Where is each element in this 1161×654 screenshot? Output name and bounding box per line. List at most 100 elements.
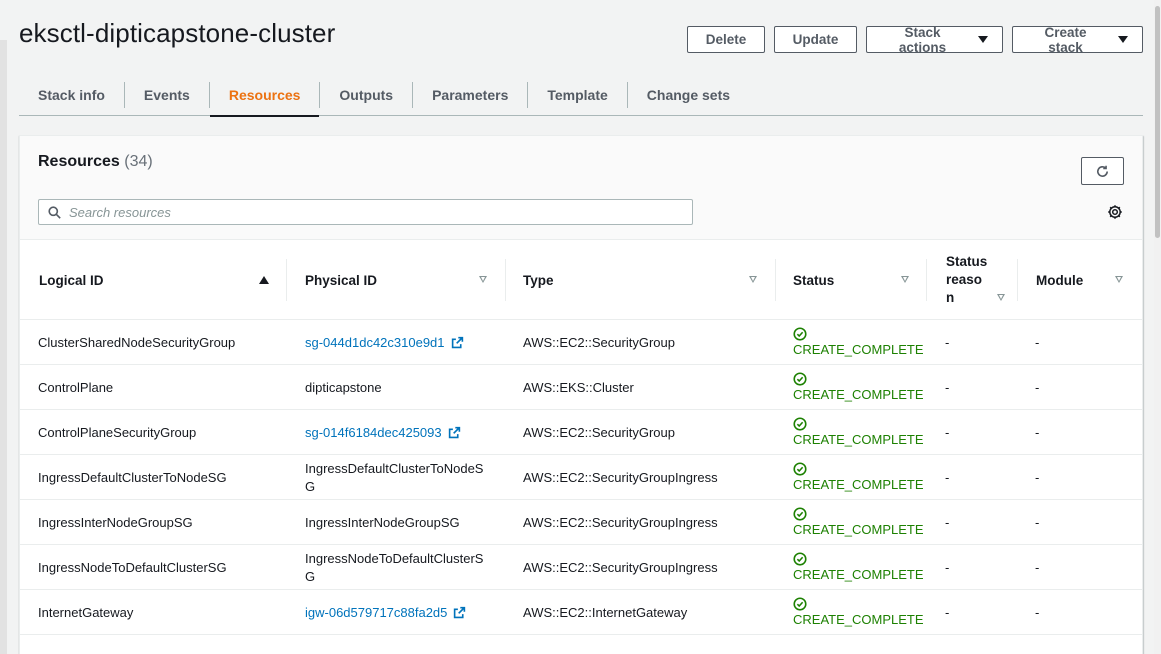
column-header-logical-id[interactable]: Logical ID — [20, 240, 287, 320]
sort-icon — [1115, 276, 1123, 283]
cell-module: - — [1035, 590, 1039, 635]
table-row: IngressDefaultClusterToNodeSG IngressDefa… — [20, 455, 1142, 500]
external-link-icon — [454, 606, 466, 619]
check-circle-icon — [793, 372, 807, 386]
tab-events[interactable]: Events — [125, 74, 209, 116]
status-reason-text: - — [945, 425, 950, 440]
column-label: Status reason — [946, 254, 988, 305]
module-text: - — [1035, 335, 1040, 350]
vertical-scrollbar[interactable] — [1154, 0, 1161, 654]
cell-status: CREATE_COMPLETE — [793, 455, 924, 500]
cell-type: AWS::EC2::SecurityGroupIngress — [523, 545, 718, 590]
sort-icon — [479, 276, 487, 283]
cell-logical-id: InternetGateway — [38, 590, 133, 635]
column-label: Logical ID — [39, 272, 104, 288]
cell-status-reason: - — [945, 455, 949, 500]
scrollbar-thumb[interactable] — [1155, 6, 1160, 238]
tab-resources[interactable]: Resources — [209, 74, 320, 117]
cell-physical-id: IngressInterNodeGroupSG — [305, 500, 485, 545]
cell-logical-id: ClusterSharedNodeSecurityGroup — [38, 320, 235, 365]
physical-id-link[interactable]: sg-044d1dc42c310e9d1 — [305, 335, 464, 350]
cell-type: AWS::EC2::SecurityGroupIngress — [523, 500, 718, 545]
logical-id-text: InternetGateway — [38, 605, 134, 620]
type-text: AWS::EC2::SecurityGroupIngress — [523, 470, 718, 485]
delete-button[interactable]: Delete — [687, 26, 765, 53]
external-link-icon — [451, 336, 463, 349]
stack-actions-label: Stack actions — [898, 24, 947, 55]
stack-actions-button[interactable]: Stack actions — [866, 24, 1003, 55]
resources-count: (34) — [124, 153, 153, 170]
create-stack-button[interactable]: Create stack — [1012, 24, 1143, 55]
cell-module: - — [1035, 320, 1039, 365]
status-reason-text: - — [945, 605, 950, 620]
cell-status-reason: - — [945, 500, 949, 545]
tab-stack-info[interactable]: Stack info — [19, 74, 124, 116]
type-text: AWS::EC2::SecurityGroup — [523, 335, 675, 350]
physical-id-link[interactable]: igw-06d579717c88fa2d5 — [305, 605, 466, 620]
column-header-physical-id[interactable]: Physical ID — [287, 240, 506, 320]
physical-id-text: dipticapstone — [305, 379, 382, 395]
cell-physical-id: sg-044d1dc42c310e9d1 — [305, 320, 464, 365]
logical-id-text: ClusterSharedNodeSecurityGroup — [38, 335, 236, 350]
preferences-button[interactable] — [1107, 204, 1123, 220]
cell-status: CREATE_COMPLETE — [793, 320, 924, 365]
refresh-button[interactable] — [1081, 157, 1124, 185]
module-text: - — [1035, 560, 1040, 575]
status-text: CREATE_COMPLETE — [793, 387, 924, 402]
cell-module: - — [1035, 455, 1039, 500]
column-label: Status — [793, 272, 835, 288]
type-text: AWS::EC2::SecurityGroup — [523, 425, 675, 440]
tab-parameters[interactable]: Parameters — [413, 74, 527, 116]
external-link-icon — [448, 426, 460, 439]
table-row: InternetGateway igw-06d579717c88fa2d5 AWS:… — [20, 590, 1142, 635]
status-reason-text: - — [945, 515, 950, 530]
table-row: IngressNodeToDefaultClusterSG IngressNode… — [20, 545, 1142, 590]
physical-id-link[interactable]: sg-014f6184dec425093 — [305, 425, 461, 440]
search-box[interactable] — [38, 199, 693, 225]
check-circle-icon — [793, 327, 807, 341]
table-row: ClusterSharedNodeSecurityGroup sg-044d1dc… — [20, 320, 1142, 365]
create-stack-label: Create stack — [1044, 24, 1087, 55]
cell-status-reason: - — [945, 410, 949, 455]
status-text: CREATE_COMPLETE — [793, 522, 924, 537]
search-input[interactable] — [69, 204, 692, 220]
physical-id-text: IngressInterNodeGroupSG — [305, 514, 460, 530]
cell-physical-id: sg-014f6184dec425093 — [305, 410, 461, 455]
check-circle-icon — [793, 597, 807, 611]
cell-status-reason: - — [945, 320, 949, 365]
column-label: Type — [523, 272, 554, 288]
tab-change-sets[interactable]: Change sets — [628, 74, 749, 116]
cell-type: AWS::EC2::SecurityGroupIngress — [523, 455, 718, 500]
tab-outputs[interactable]: Outputs — [320, 74, 412, 116]
cell-status: CREATE_COMPLETE — [793, 545, 924, 590]
column-header-status-reason[interactable]: Status reason — [927, 240, 1018, 320]
type-text: AWS::EC2::SecurityGroupIngress — [523, 560, 718, 575]
cell-physical-id: IngressNodeToDefaultClusterSG — [305, 545, 485, 590]
cell-type: AWS::EC2::InternetGateway — [523, 590, 687, 635]
cell-logical-id: IngressDefaultClusterToNodeSG — [38, 455, 227, 500]
status-text: CREATE_COMPLETE — [793, 612, 924, 627]
column-header-status[interactable]: Status — [776, 240, 927, 320]
status-text: CREATE_COMPLETE — [793, 477, 924, 492]
physical-id-text: sg-014f6184dec425093 — [305, 425, 442, 440]
cell-module: - — [1035, 545, 1039, 590]
tab-template[interactable]: Template — [528, 74, 626, 116]
sort-ascending-icon — [259, 276, 269, 284]
sort-icon — [749, 276, 757, 283]
cell-status-reason: - — [945, 590, 949, 635]
header-actions: Delete Update Stack actions Create stack — [687, 24, 1143, 55]
check-circle-icon — [793, 417, 807, 431]
update-button[interactable]: Update — [774, 26, 857, 53]
cell-logical-id: IngressInterNodeGroupSG — [38, 500, 193, 545]
column-header-module[interactable]: Module — [1018, 240, 1142, 320]
cell-status-reason: - — [945, 365, 949, 410]
module-text: - — [1035, 425, 1040, 440]
page-title: eksctl-dipticapstone-cluster — [19, 18, 336, 48]
module-text: - — [1035, 605, 1040, 620]
logical-id-text: IngressInterNodeGroupSG — [38, 515, 193, 530]
column-label: Physical ID — [305, 272, 378, 288]
logical-id-text: ControlPlane — [38, 380, 114, 395]
cell-logical-id: ControlPlane — [38, 365, 113, 410]
column-header-type[interactable]: Type — [506, 240, 776, 320]
logical-id-text: IngressDefaultClusterToNodeSG — [38, 470, 227, 485]
